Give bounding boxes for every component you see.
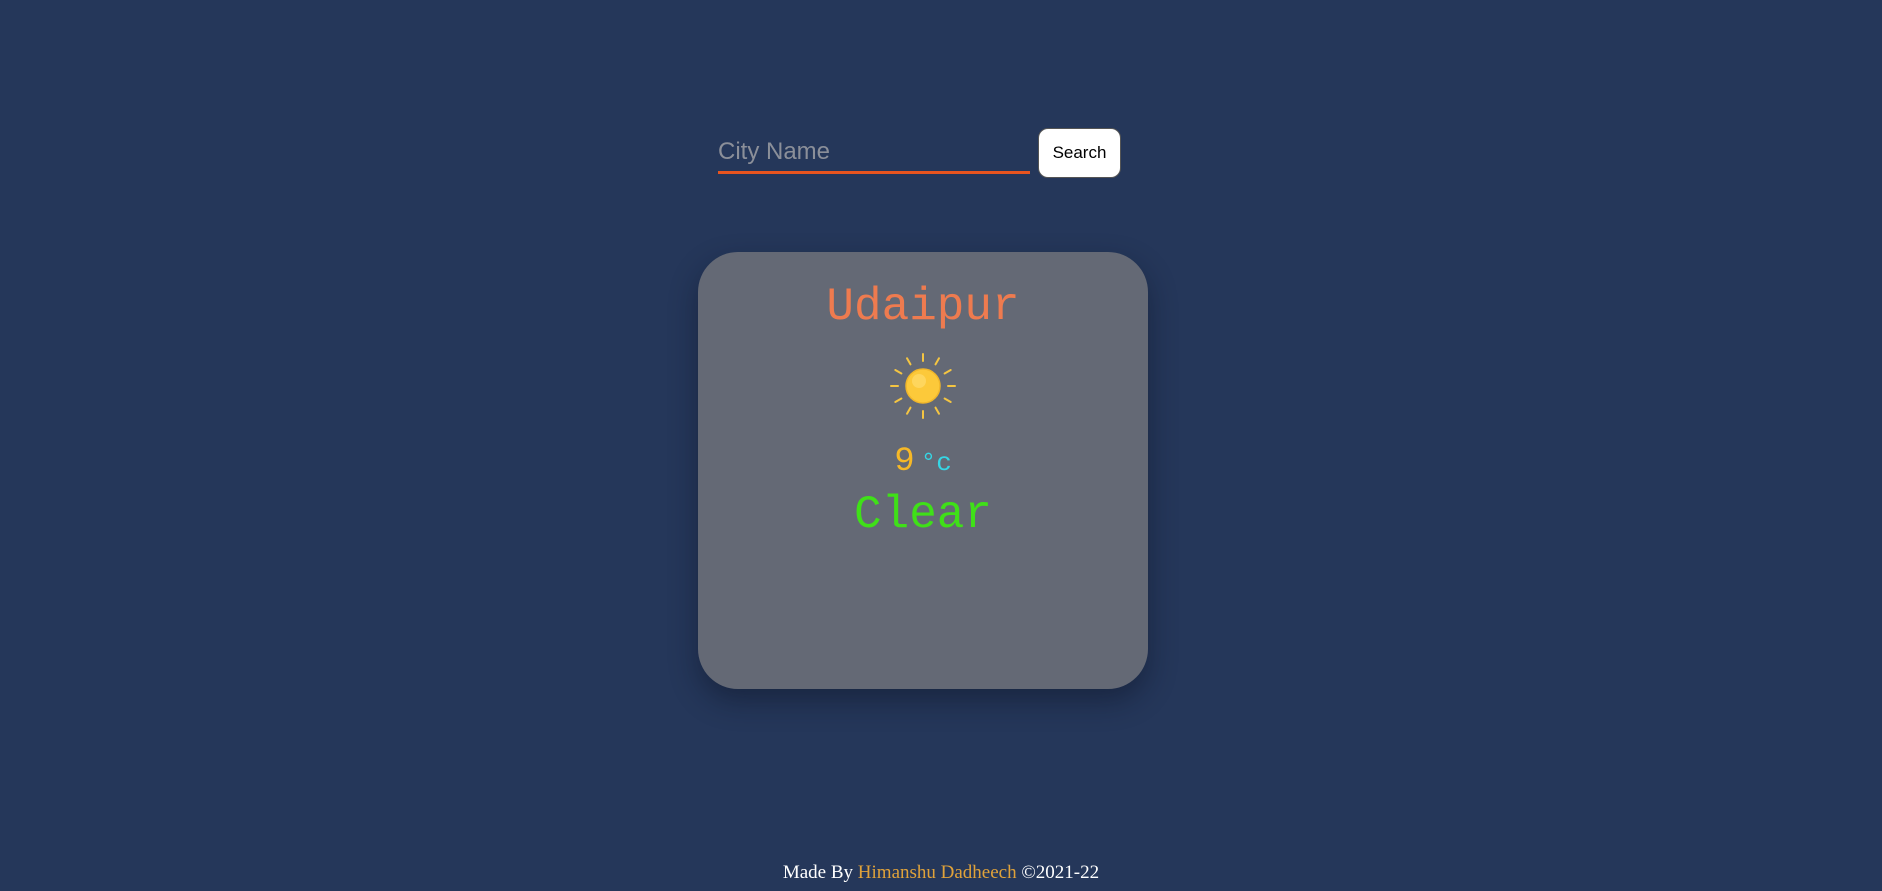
footer-prefix: Made By (782, 862, 854, 883)
weather-app-page: Search Udaipur 9°c C (0, 0, 1882, 891)
temperature-value: 9 (894, 443, 915, 481)
search-button[interactable]: Search (1038, 128, 1121, 178)
weather-card: Udaipur 9 °c Clear (698, 252, 1148, 689)
footer: Made By Himanshu Dadheech ©2021-22 (0, 860, 1882, 886)
temperature-display: 9 °c (698, 442, 1148, 486)
temperature-unit: °c (920, 448, 952, 478)
footer-copyright: ©2021-22 (1021, 862, 1100, 883)
footer-author: Himanshu Dadheech (857, 862, 1017, 883)
weather-condition: Clear (853, 489, 993, 541)
sun-icon (890, 353, 956, 419)
city-name-input[interactable] (718, 132, 1030, 174)
city-name: Udaipur (826, 281, 1020, 333)
search-bar: Search (718, 128, 1122, 180)
